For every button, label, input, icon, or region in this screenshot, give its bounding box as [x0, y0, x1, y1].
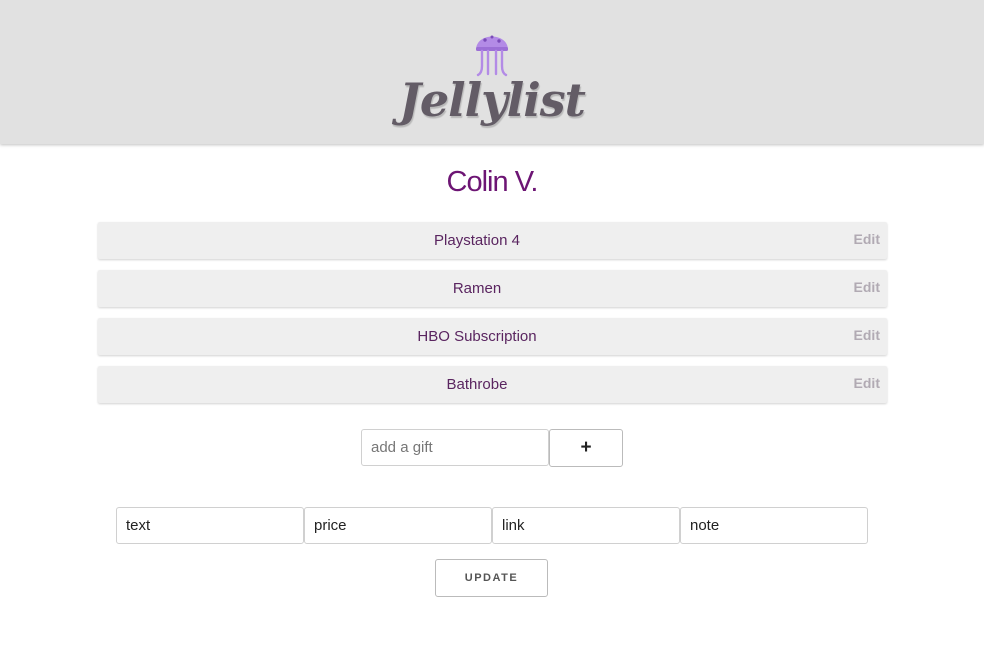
- add-gift-button[interactable]: +: [549, 429, 623, 467]
- gift-name: Bathrobe: [446, 376, 508, 393]
- edit-link[interactable]: Edit: [854, 318, 880, 353]
- gift-row[interactable]: Bathrobe Edit: [98, 366, 887, 403]
- gift-row[interactable]: Playstation 4 Edit: [98, 222, 887, 259]
- update-button[interactable]: UPDATE: [435, 559, 548, 597]
- text-field[interactable]: [116, 507, 304, 544]
- gift-row[interactable]: Ramen Edit: [98, 270, 887, 307]
- gift-name: HBO Subscription: [417, 328, 537, 345]
- edit-link[interactable]: Edit: [854, 366, 880, 401]
- add-gift-input[interactable]: [361, 429, 549, 466]
- edit-link[interactable]: Edit: [854, 270, 880, 305]
- page-title: Colin V.: [446, 166, 539, 198]
- price-field[interactable]: [304, 507, 492, 544]
- gift-row[interactable]: HBO Subscription Edit: [98, 318, 887, 355]
- note-field[interactable]: [680, 507, 868, 544]
- gift-name: Playstation 4: [434, 232, 520, 249]
- edit-link[interactable]: Edit: [854, 222, 880, 257]
- logo-text: Jellylist: [399, 73, 586, 127]
- site-header: Jellylist: [0, 0, 984, 144]
- gift-name: Ramen: [452, 280, 502, 297]
- link-field[interactable]: [492, 507, 680, 544]
- gift-list: Playstation 4 Edit Ramen Edit HBO Subscr…: [98, 222, 887, 414]
